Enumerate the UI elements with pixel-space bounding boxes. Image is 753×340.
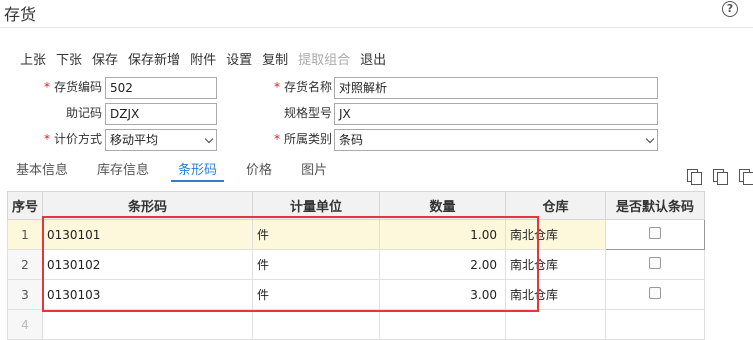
next-record-button[interactable]: 下张 <box>56 49 82 68</box>
tab-image[interactable]: 图片 <box>301 159 327 182</box>
col-header-no: 序号 <box>7 191 43 220</box>
window-title: 存货 <box>4 5 37 24</box>
tab-stock-info[interactable]: 库存信息 <box>97 159 149 182</box>
pricing-label: * 计价方式 <box>43 132 102 146</box>
add-row-icon[interactable] <box>686 168 702 185</box>
code-label: * 存货编码 <box>43 80 102 94</box>
warehouse-cell[interactable]: 南北仓库 <box>505 279 606 310</box>
copy-button[interactable]: 复制 <box>262 49 288 68</box>
unit-cell[interactable] <box>252 309 380 340</box>
prev-record-button[interactable]: 上张 <box>20 49 46 68</box>
title-divider <box>0 27 753 28</box>
unit-cell[interactable]: 件 <box>252 249 380 280</box>
row-number: 1 <box>7 219 43 250</box>
category-select[interactable]: 条码 <box>334 129 658 151</box>
save-and-new-button[interactable]: 保存新增 <box>128 49 180 68</box>
barcode-table: 序号 条形码 计量单位 数量 仓库 是否默认条码 1 0130101 件 1.0… <box>7 191 705 340</box>
qty-cell[interactable]: 3.00 <box>379 279 506 310</box>
tab-barcode[interactable]: 条形码 <box>171 159 225 182</box>
qty-cell[interactable]: 2.00 <box>379 249 506 280</box>
default-checkbox[interactable] <box>649 287 661 299</box>
col-header-barcode: 条形码 <box>42 191 253 220</box>
spec-field[interactable]: JX <box>334 103 658 125</box>
tab-basic-info[interactable]: 基本信息 <box>16 159 68 182</box>
chevron-down-icon <box>204 134 214 144</box>
toolbar: 上张 下张 保存 保存新增 附件 设置 复制 提取组合 退出 <box>20 49 386 68</box>
default-checkbox[interactable] <box>649 257 661 269</box>
qty-cell[interactable]: 1.00 <box>379 219 506 250</box>
category-label: * 所属类别 <box>273 132 332 146</box>
save-button[interactable]: 保存 <box>92 49 118 68</box>
chevron-down-icon <box>645 134 655 144</box>
category-value: 条码 <box>339 133 364 147</box>
col-header-warehouse: 仓库 <box>505 191 606 220</box>
pricing-select[interactable]: 移动平均 <box>105 129 217 151</box>
extract-combo-button[interactable]: 提取组合 <box>298 49 350 68</box>
table-row[interactable]: 2 0130102 件 2.00 南北仓库 <box>7 249 705 280</box>
warehouse-cell[interactable] <box>505 309 606 340</box>
qty-cell[interactable] <box>379 309 506 340</box>
table-row[interactable]: 1 0130101 件 1.00 南北仓库 <box>7 219 705 250</box>
default-cell[interactable] <box>605 219 705 250</box>
mnemonic-label: 助记码 <box>65 106 102 120</box>
default-cell[interactable] <box>605 309 705 340</box>
pricing-value: 移动平均 <box>110 133 159 147</box>
barcode-cell[interactable]: 0130101 <box>42 219 253 250</box>
warehouse-cell[interactable]: 南北仓库 <box>505 219 606 250</box>
barcode-cell[interactable] <box>42 309 253 340</box>
attachment-button[interactable]: 附件 <box>190 49 216 68</box>
col-header-qty: 数量 <box>379 191 506 220</box>
copy-row-icon[interactable] <box>712 168 728 185</box>
row-number: 3 <box>7 279 43 310</box>
table-row[interactable]: 4 <box>7 309 705 340</box>
settings-button[interactable]: 设置 <box>226 49 252 68</box>
default-cell[interactable] <box>605 249 705 280</box>
col-header-unit: 计量单位 <box>252 191 380 220</box>
mnemonic-field[interactable]: DZJX <box>105 103 217 125</box>
unit-cell[interactable]: 件 <box>252 279 380 310</box>
help-icon[interactable]: ? <box>722 1 738 17</box>
default-cell[interactable] <box>605 279 705 310</box>
exit-button[interactable]: 退出 <box>360 49 386 68</box>
row-number: 4 <box>7 309 43 340</box>
barcode-cell[interactable]: 0130103 <box>42 279 253 310</box>
paste-row-icon[interactable] <box>738 168 753 185</box>
table-row[interactable]: 3 0130103 件 3.00 南北仓库 <box>7 279 705 310</box>
unit-cell[interactable]: 件 <box>252 219 380 250</box>
default-checkbox[interactable] <box>649 227 661 239</box>
tab-price[interactable]: 价格 <box>246 159 272 182</box>
code-field[interactable]: 502 <box>105 77 217 99</box>
name-field[interactable]: 对照解析 <box>334 77 658 99</box>
warehouse-cell[interactable]: 南北仓库 <box>505 249 606 280</box>
row-number: 2 <box>7 249 43 280</box>
spec-label: 规格型号 <box>283 106 332 120</box>
name-label: * 存货名称 <box>273 80 332 94</box>
grid-toolbar <box>686 168 753 185</box>
col-header-default: 是否默认条码 <box>605 191 705 220</box>
tab-bar: 基本信息 库存信息 条形码 价格 图片 <box>16 159 356 182</box>
barcode-cell[interactable]: 0130102 <box>42 249 253 280</box>
